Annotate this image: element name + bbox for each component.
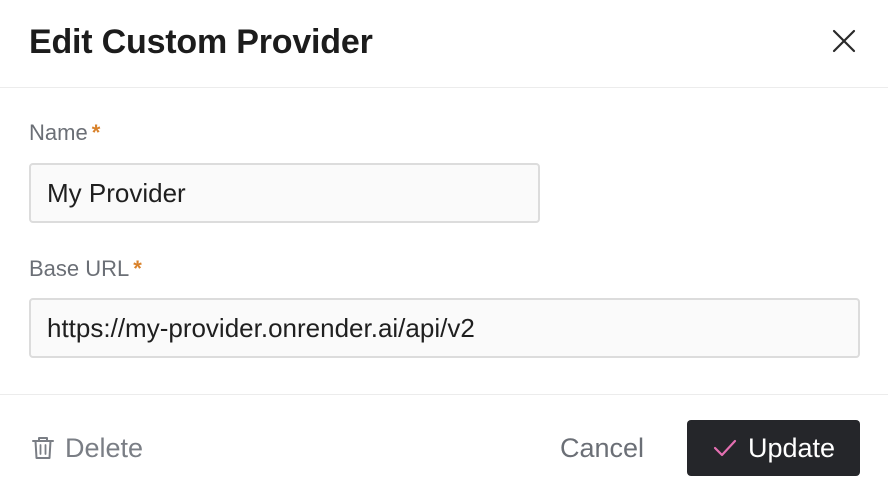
close-button[interactable] (828, 25, 860, 57)
cancel-button[interactable]: Cancel (560, 430, 644, 466)
trash-icon (32, 437, 54, 459)
name-label: Name * (29, 119, 100, 147)
name-input[interactable] (29, 163, 540, 223)
base-url-input[interactable] (29, 298, 860, 358)
update-label: Update (747, 432, 836, 463)
update-button[interactable]: Update (687, 420, 860, 476)
base-url-label-text: Base URL (29, 256, 130, 281)
dialog-header: Edit Custom Provider (0, 0, 888, 88)
dialog-title: Edit Custom Provider (29, 23, 373, 61)
name-label-text: Name (29, 120, 88, 145)
checkmark-icon (713, 439, 737, 457)
edit-provider-dialog: Edit Custom Provider Name* Base URL* Del… (0, 0, 888, 496)
required-marker: * (133, 256, 142, 281)
close-icon (832, 29, 856, 53)
base-url-label: Base URL * (29, 255, 142, 283)
delete-button[interactable]: Delete (31, 430, 143, 466)
required-marker: * (91, 120, 101, 145)
delete-label: Delete (65, 432, 144, 463)
